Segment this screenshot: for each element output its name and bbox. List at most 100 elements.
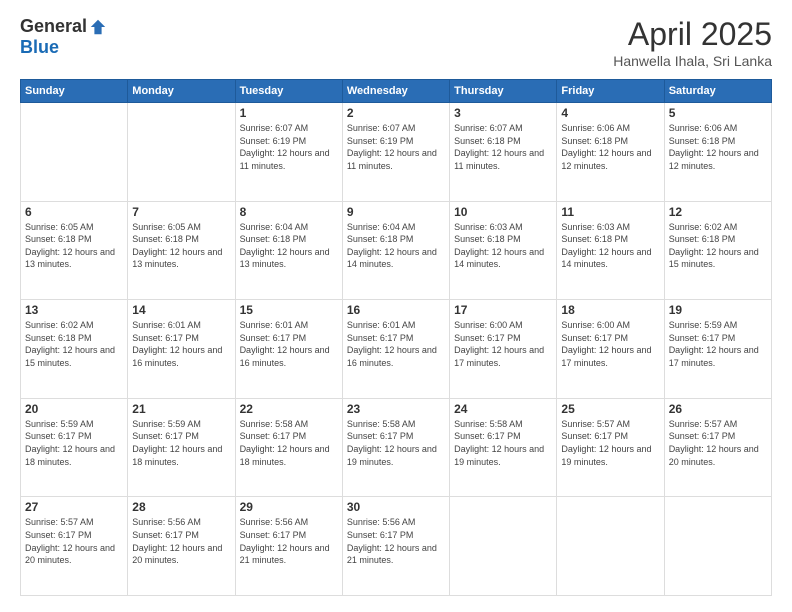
calendar-cell: 3 Sunrise: 6:07 AM Sunset: 6:18 PM Daylig…	[450, 103, 557, 202]
month-title: April 2025	[613, 16, 772, 53]
day-number: 22	[240, 402, 338, 416]
day-info: Sunrise: 5:59 AM Sunset: 6:17 PM Dayligh…	[132, 418, 230, 468]
day-info: Sunrise: 5:59 AM Sunset: 6:17 PM Dayligh…	[25, 418, 123, 468]
calendar-cell: 19 Sunrise: 5:59 AM Sunset: 6:17 PM Dayli…	[664, 300, 771, 399]
day-info: Sunrise: 6:06 AM Sunset: 6:18 PM Dayligh…	[669, 122, 767, 172]
day-info: Sunrise: 5:59 AM Sunset: 6:17 PM Dayligh…	[669, 319, 767, 369]
day-info: Sunrise: 5:57 AM Sunset: 6:17 PM Dayligh…	[669, 418, 767, 468]
calendar-cell: 24Sunrise: 5:58 AM Sunset: 6:17 PM Dayli…	[450, 398, 557, 497]
day-number: 25	[561, 402, 659, 416]
day-info: Sunrise: 5:57 AM Sunset: 6:17 PM Dayligh…	[561, 418, 659, 468]
day-number: 23	[347, 402, 445, 416]
day-number: 9	[347, 205, 445, 219]
calendar-cell	[557, 497, 664, 596]
calendar-week-row: 13 Sunrise: 6:02 AM Sunset: 6:18 PM Dayli…	[21, 300, 772, 399]
subtitle: Hanwella Ihala, Sri Lanka	[613, 53, 772, 69]
day-info: Sunrise: 6:07 AM Sunset: 6:19 PM Dayligh…	[240, 122, 338, 172]
calendar: SundayMondayTuesdayWednesdayThursdayFrid…	[20, 79, 772, 596]
day-number: 24	[454, 402, 552, 416]
calendar-cell: 26 Sunrise: 5:57 AM Sunset: 6:17 PM Dayli…	[664, 398, 771, 497]
calendar-cell: 17Sunrise: 6:00 AM Sunset: 6:17 PM Dayli…	[450, 300, 557, 399]
calendar-cell: 10 Sunrise: 6:03 AM Sunset: 6:18 PM Dayli…	[450, 201, 557, 300]
calendar-cell: 1 Sunrise: 6:07 AM Sunset: 6:19 PM Daylig…	[235, 103, 342, 202]
day-info: Sunrise: 6:00 AM Sunset: 6:17 PM Dayligh…	[561, 319, 659, 369]
day-number: 14	[132, 303, 230, 317]
day-number: 5	[669, 106, 767, 120]
calendar-cell: 5 Sunrise: 6:06 AM Sunset: 6:18 PM Daylig…	[664, 103, 771, 202]
day-number: 20	[25, 402, 123, 416]
calendar-cell: 18 Sunrise: 6:00 AM Sunset: 6:17 PM Dayli…	[557, 300, 664, 399]
day-info: Sunrise: 6:01 AM Sunset: 6:17 PM Dayligh…	[132, 319, 230, 369]
calendar-cell: 30Sunrise: 5:56 AM Sunset: 6:17 PM Dayli…	[342, 497, 449, 596]
calendar-week-row: 20 Sunrise: 5:59 AM Sunset: 6:17 PM Dayli…	[21, 398, 772, 497]
day-info: Sunrise: 6:01 AM Sunset: 6:17 PM Dayligh…	[240, 319, 338, 369]
day-info: Sunrise: 6:03 AM Sunset: 6:18 PM Dayligh…	[454, 221, 552, 271]
calendar-cell: 7Sunrise: 6:05 AM Sunset: 6:18 PM Daylig…	[128, 201, 235, 300]
day-number: 11	[561, 205, 659, 219]
logo-blue-text: Blue	[20, 37, 59, 58]
calendar-cell: 27 Sunrise: 5:57 AM Sunset: 6:17 PM Dayli…	[21, 497, 128, 596]
day-number: 18	[561, 303, 659, 317]
calendar-week-row: 1 Sunrise: 6:07 AM Sunset: 6:19 PM Daylig…	[21, 103, 772, 202]
day-number: 13	[25, 303, 123, 317]
day-number: 19	[669, 303, 767, 317]
day-info: Sunrise: 6:01 AM Sunset: 6:17 PM Dayligh…	[347, 319, 445, 369]
day-number: 7	[132, 205, 230, 219]
calendar-cell	[128, 103, 235, 202]
day-info: Sunrise: 6:00 AM Sunset: 6:17 PM Dayligh…	[454, 319, 552, 369]
day-number: 27	[25, 500, 123, 514]
logo-text: General	[20, 16, 107, 37]
day-number: 10	[454, 205, 552, 219]
calendar-day-header: Thursday	[450, 80, 557, 103]
calendar-header-row: SundayMondayTuesdayWednesdayThursdayFrid…	[21, 80, 772, 103]
day-number: 28	[132, 500, 230, 514]
calendar-cell	[450, 497, 557, 596]
calendar-cell: 12 Sunrise: 6:02 AM Sunset: 6:18 PM Dayli…	[664, 201, 771, 300]
day-info: Sunrise: 5:58 AM Sunset: 6:17 PM Dayligh…	[347, 418, 445, 468]
calendar-week-row: 6Sunrise: 6:05 AM Sunset: 6:18 PM Daylig…	[21, 201, 772, 300]
day-info: Sunrise: 6:07 AM Sunset: 6:19 PM Dayligh…	[347, 122, 445, 172]
day-info: Sunrise: 5:57 AM Sunset: 6:17 PM Dayligh…	[25, 516, 123, 566]
day-info: Sunrise: 6:02 AM Sunset: 6:18 PM Dayligh…	[25, 319, 123, 369]
calendar-cell: 15 Sunrise: 6:01 AM Sunset: 6:17 PM Dayli…	[235, 300, 342, 399]
day-info: Sunrise: 6:05 AM Sunset: 6:18 PM Dayligh…	[25, 221, 123, 271]
day-info: Sunrise: 6:04 AM Sunset: 6:18 PM Dayligh…	[240, 221, 338, 271]
day-info: Sunrise: 6:03 AM Sunset: 6:18 PM Dayligh…	[561, 221, 659, 271]
calendar-cell: 9 Sunrise: 6:04 AM Sunset: 6:18 PM Daylig…	[342, 201, 449, 300]
calendar-cell: 11 Sunrise: 6:03 AM Sunset: 6:18 PM Dayli…	[557, 201, 664, 300]
calendar-day-header: Tuesday	[235, 80, 342, 103]
calendar-cell: 16Sunrise: 6:01 AM Sunset: 6:17 PM Dayli…	[342, 300, 449, 399]
calendar-cell: 21 Sunrise: 5:59 AM Sunset: 6:17 PM Dayli…	[128, 398, 235, 497]
day-info: Sunrise: 5:56 AM Sunset: 6:17 PM Dayligh…	[132, 516, 230, 566]
day-number: 29	[240, 500, 338, 514]
day-number: 12	[669, 205, 767, 219]
calendar-cell: 14 Sunrise: 6:01 AM Sunset: 6:17 PM Dayli…	[128, 300, 235, 399]
day-number: 4	[561, 106, 659, 120]
day-info: Sunrise: 6:02 AM Sunset: 6:18 PM Dayligh…	[669, 221, 767, 271]
calendar-cell: 20 Sunrise: 5:59 AM Sunset: 6:17 PM Dayli…	[21, 398, 128, 497]
calendar-week-row: 27 Sunrise: 5:57 AM Sunset: 6:17 PM Dayli…	[21, 497, 772, 596]
title-section: April 2025 Hanwella Ihala, Sri Lanka	[613, 16, 772, 69]
calendar-cell: 6Sunrise: 6:05 AM Sunset: 6:18 PM Daylig…	[21, 201, 128, 300]
day-number: 15	[240, 303, 338, 317]
day-info: Sunrise: 6:06 AM Sunset: 6:18 PM Dayligh…	[561, 122, 659, 172]
header: General Blue April 2025 Hanwella Ihala, …	[20, 16, 772, 69]
calendar-cell: 2Sunrise: 6:07 AM Sunset: 6:19 PM Daylig…	[342, 103, 449, 202]
day-info: Sunrise: 5:56 AM Sunset: 6:17 PM Dayligh…	[240, 516, 338, 566]
calendar-day-header: Sunday	[21, 80, 128, 103]
day-info: Sunrise: 6:04 AM Sunset: 6:18 PM Dayligh…	[347, 221, 445, 271]
calendar-cell: 28 Sunrise: 5:56 AM Sunset: 6:17 PM Dayli…	[128, 497, 235, 596]
day-info: Sunrise: 6:07 AM Sunset: 6:18 PM Dayligh…	[454, 122, 552, 172]
calendar-cell: 13 Sunrise: 6:02 AM Sunset: 6:18 PM Dayli…	[21, 300, 128, 399]
calendar-day-header: Saturday	[664, 80, 771, 103]
day-number: 26	[669, 402, 767, 416]
logo-icon	[89, 18, 107, 36]
day-number: 21	[132, 402, 230, 416]
calendar-cell	[21, 103, 128, 202]
day-number: 8	[240, 205, 338, 219]
logo: General Blue	[20, 16, 107, 58]
day-number: 1	[240, 106, 338, 120]
day-number: 3	[454, 106, 552, 120]
day-info: Sunrise: 5:58 AM Sunset: 6:17 PM Dayligh…	[240, 418, 338, 468]
calendar-cell: 8 Sunrise: 6:04 AM Sunset: 6:18 PM Daylig…	[235, 201, 342, 300]
